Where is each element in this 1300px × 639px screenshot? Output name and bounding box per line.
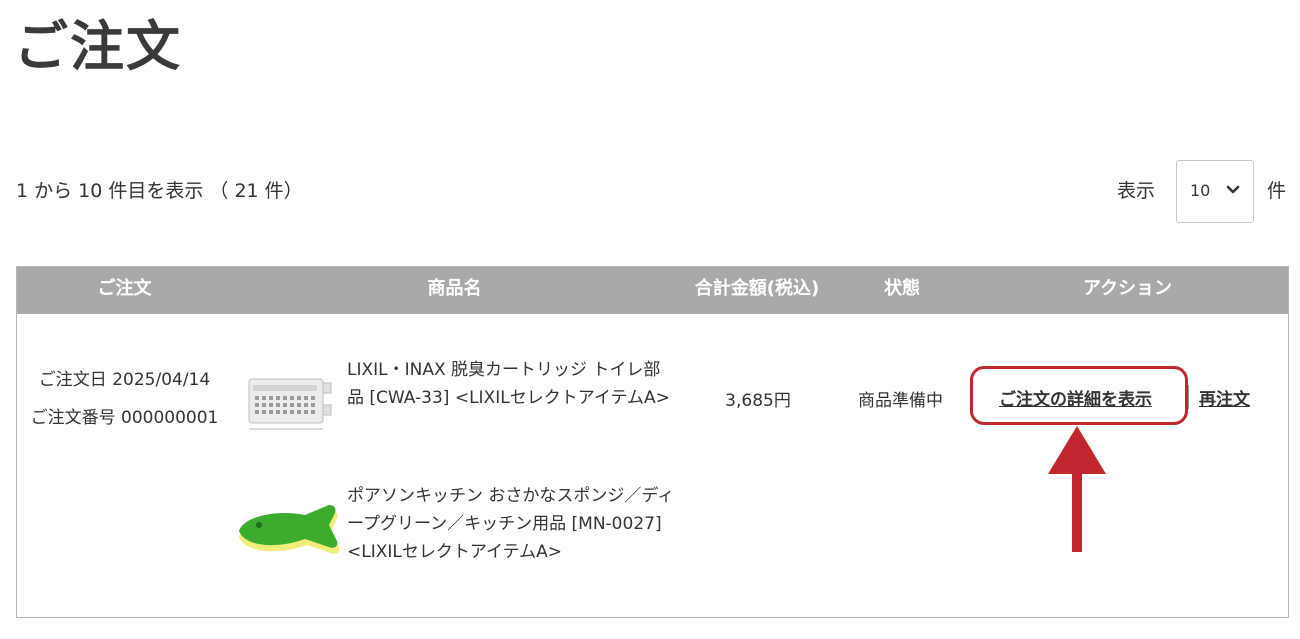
- per-page-label: 表示: [1117, 180, 1156, 202]
- order-status: 商品準備中: [858, 391, 943, 411]
- order-total: 3,685円: [725, 391, 791, 411]
- header-total: 合計金額(税込): [694, 278, 820, 299]
- arrow-up-icon: [1048, 426, 1106, 552]
- header-product: 商品名: [427, 278, 482, 299]
- product-name-link[interactable]: LIXIL・INAX 脱臭カートリッジ トイレ部品 [CWA-33] <LIXI…: [347, 356, 677, 412]
- header-status: 状態: [884, 278, 920, 299]
- reorder-link[interactable]: 再注文: [1199, 385, 1250, 410]
- header-action: アクション: [1082, 278, 1173, 299]
- per-page-select[interactable]: 10: [1176, 160, 1254, 223]
- header-order: ご注文: [97, 278, 152, 299]
- chevron-down-icon: [1226, 185, 1240, 194]
- table-header: ご注文 商品名 合計金額(税込) 状態 アクション: [17, 267, 1288, 314]
- per-page-value: 10: [1190, 181, 1211, 200]
- page-title: ご注文: [14, 15, 182, 78]
- per-page-unit: 件: [1267, 180, 1287, 202]
- action-divider: [1188, 385, 1189, 409]
- fish-sponge-image[interactable]: [235, 503, 347, 565]
- highlight-annotation: [970, 366, 1188, 425]
- results-count: 1 から 10 件目を表示 （ 21 件）: [16, 180, 303, 202]
- order-number: ご注文番号 000000001: [30, 408, 219, 428]
- deodorizer-cartridge-image[interactable]: [243, 369, 333, 437]
- order-date: ご注文日 2025/04/14: [38, 370, 211, 390]
- product-name-link[interactable]: ポアソンキッチン おさかなスポンジ／ディープグリーン／キッチン用品 [MN-00…: [347, 482, 677, 566]
